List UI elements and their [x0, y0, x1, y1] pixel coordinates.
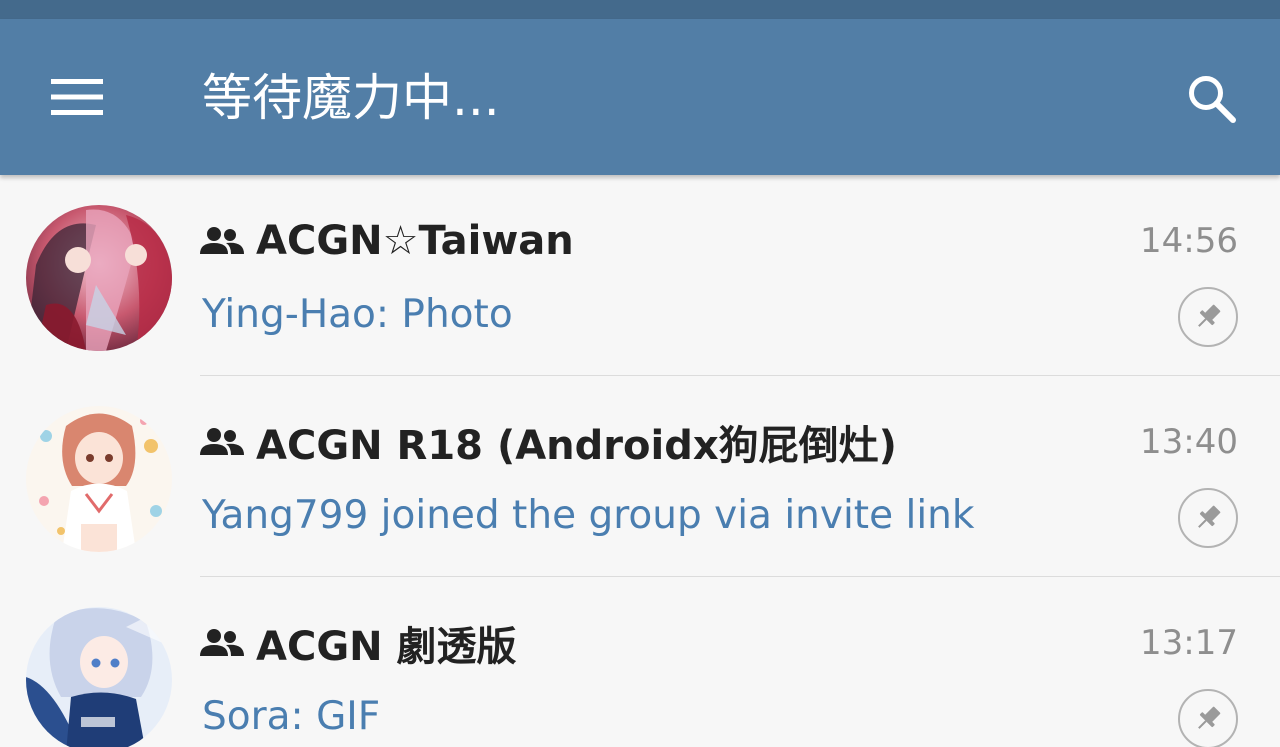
- chat-preview: Sora: GIF: [202, 694, 381, 739]
- chat-preview: Ying-Hao: Photo: [202, 292, 513, 337]
- chat-time: 13:17: [1140, 623, 1238, 663]
- chat-preview: Yang799 joined the group via invite link: [202, 493, 975, 538]
- avatar: [26, 607, 172, 747]
- chat-title-line: ACGN☆Taiwan: [200, 213, 574, 269]
- chat-row-acgn-taiwan[interactable]: ACGN☆Taiwan 14:56 Ying-Hao: Photo: [0, 175, 1280, 376]
- group-icon: [200, 221, 246, 261]
- search-button[interactable]: [1172, 59, 1252, 139]
- search-icon: [1189, 76, 1236, 123]
- pin-badge: [1178, 287, 1238, 347]
- chat-name: ACGN☆Taiwan: [256, 218, 574, 264]
- pin-icon: [1198, 706, 1221, 729]
- chat-title-line: ACGN 劇透版: [200, 615, 517, 671]
- toolbar-title: 等待魔力中...: [202, 69, 500, 127]
- group-icon: [200, 422, 246, 462]
- avatar: [26, 205, 172, 351]
- chat-title-line: ACGN R18 (Androidx狗屁倒灶): [200, 414, 897, 470]
- chat-row-acgn-r18[interactable]: ACGN R18 (Androidx狗屁倒灶) 13:40 Yang799 jo…: [0, 376, 1280, 577]
- pin-badge: [1178, 488, 1238, 548]
- status-bar: [0, 0, 1280, 19]
- chat-name: ACGN 劇透版: [256, 624, 517, 670]
- chat-list: ACGN☆Taiwan 14:56 Ying-Hao: Photo ACGN R…: [0, 175, 1280, 747]
- menu-button[interactable]: [36, 61, 118, 133]
- chat-time: 13:40: [1140, 422, 1238, 462]
- pin-badge: [1178, 689, 1238, 747]
- avatar: [26, 406, 172, 552]
- hamburger-menu-icon: [51, 79, 103, 115]
- group-icon: [200, 623, 246, 663]
- chat-time: 14:56: [1140, 221, 1238, 261]
- chat-name: ACGN R18 (Androidx狗屁倒灶): [256, 423, 897, 469]
- app-toolbar: 等待魔力中...: [0, 19, 1280, 175]
- chat-row-acgn-spoiler[interactable]: ACGN 劇透版 13:17 Sora: GIF: [0, 577, 1280, 747]
- pin-icon: [1198, 304, 1221, 327]
- pin-icon: [1198, 505, 1221, 528]
